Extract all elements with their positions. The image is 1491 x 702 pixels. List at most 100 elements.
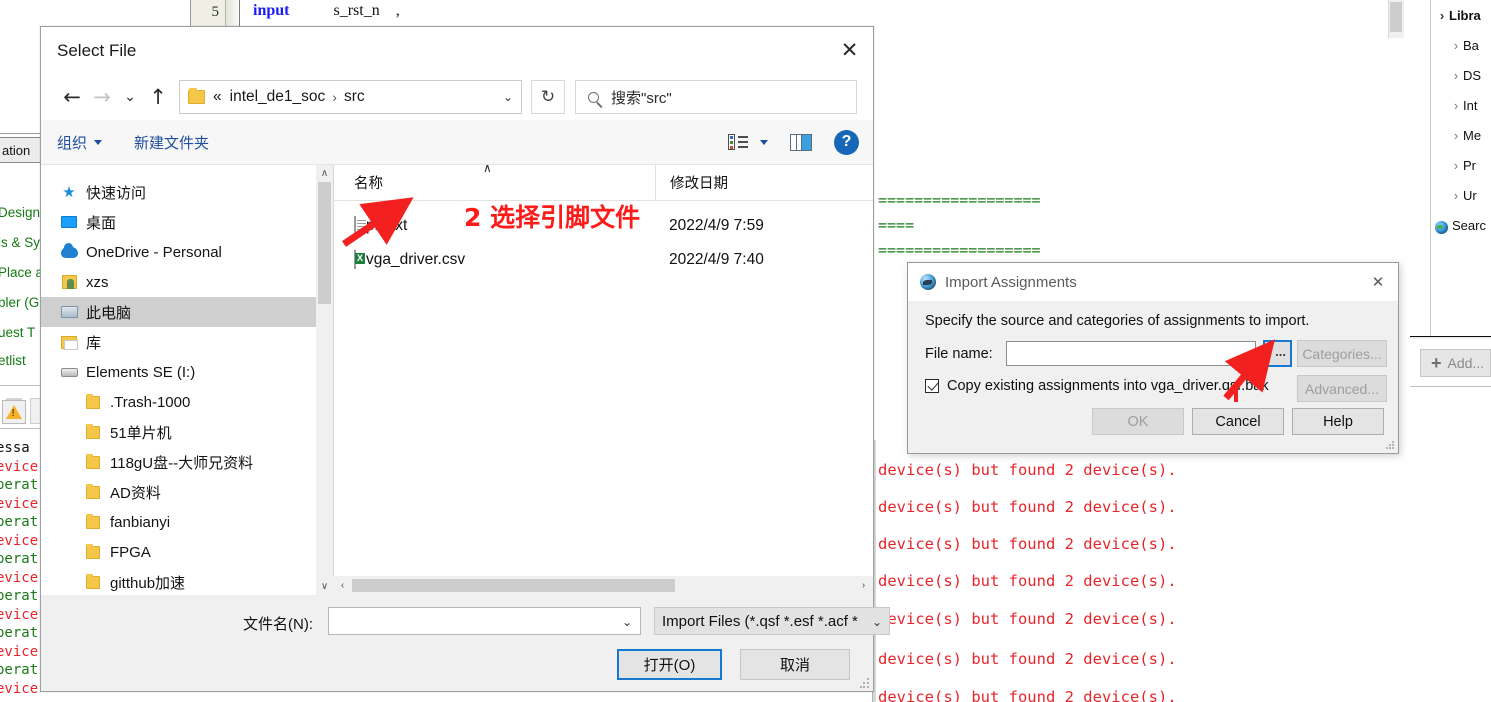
task-row[interactable]: Place a bbox=[0, 265, 42, 280]
up-icon[interactable]: ↑ bbox=[143, 82, 173, 112]
tree-item[interactable]: › DS bbox=[1431, 60, 1491, 90]
breadcrumb-part-1[interactable]: intel_de1_soc bbox=[230, 88, 326, 106]
chevron-down-icon[interactable]: ⌄ bbox=[622, 615, 632, 629]
message-row[interactable]: evice bbox=[0, 496, 38, 512]
scroll-right-icon[interactable]: › bbox=[854, 576, 873, 595]
checkbox-icon[interactable] bbox=[925, 379, 939, 393]
user-folder-icon bbox=[59, 275, 79, 289]
chevron-down-icon[interactable] bbox=[760, 139, 768, 145]
sidebar-scrollbar[interactable]: ∧ ∨ bbox=[316, 165, 333, 595]
sidebar-item-5[interactable]: 库 bbox=[41, 327, 333, 357]
sidebar-item-2[interactable]: OneDrive - Personal bbox=[41, 237, 333, 267]
browse-button[interactable]: ... bbox=[1263, 340, 1292, 367]
editor-scrollbar-thumb[interactable] bbox=[1390, 2, 1402, 32]
sidebar-item-0[interactable]: ★ 快速访问 bbox=[41, 177, 333, 207]
task-row[interactable]: etlist bbox=[0, 353, 26, 368]
tree-item-search[interactable]: Searc bbox=[1431, 210, 1491, 240]
task-row[interactable]: is & Sy bbox=[0, 235, 40, 250]
sidebar-item-7[interactable]: .Trash-1000 bbox=[41, 387, 333, 417]
back-icon[interactable]: ← bbox=[57, 82, 87, 112]
warning-icon-button[interactable] bbox=[2, 400, 26, 424]
message-row[interactable]: essa bbox=[0, 440, 30, 456]
close-icon[interactable]: ✕ bbox=[1358, 263, 1398, 301]
message-row[interactable]: evice bbox=[0, 533, 38, 549]
filetype-select[interactable]: Import Files (*.qsf *.esf *.acf * ⌄ bbox=[654, 607, 890, 635]
tree-root-library[interactable]: › Libra bbox=[1431, 0, 1491, 30]
message-row[interactable]: perat bbox=[0, 588, 38, 604]
recent-locations-icon[interactable]: ⌄ bbox=[117, 82, 143, 112]
file-name-cell[interactable]: vga_driver.csv bbox=[333, 250, 655, 269]
message-row[interactable]: evice bbox=[0, 570, 38, 586]
close-icon[interactable]: ✕ bbox=[826, 27, 873, 73]
copy-existing-assignments-checkbox[interactable]: Copy existing assignments into vga_drive… bbox=[925, 378, 1269, 394]
panel-tab-header[interactable]: ation bbox=[0, 137, 42, 163]
message-row[interactable]: evice bbox=[0, 607, 38, 623]
sidebar-item-3[interactable]: xzs bbox=[41, 267, 333, 297]
sidebar-item-8[interactable]: 51单片机 bbox=[41, 417, 333, 447]
message-row[interactable]: perat bbox=[0, 625, 38, 641]
scrollbar-track[interactable] bbox=[352, 576, 854, 595]
import-filename-input[interactable] bbox=[1006, 341, 1256, 366]
task-row[interactable]: bler (G bbox=[0, 295, 39, 310]
tree-item[interactable]: › Pr bbox=[1431, 150, 1491, 180]
tree-item[interactable]: › Me bbox=[1431, 120, 1491, 150]
file-list-horizontal-scrollbar[interactable]: ‹ › bbox=[333, 576, 873, 595]
sidebar-item-label: 118gU盘--大师兄资料 bbox=[110, 454, 254, 472]
scroll-up-icon[interactable]: ∧ bbox=[316, 165, 333, 182]
sidebar-item-11[interactable]: fanbianyi bbox=[41, 507, 333, 537]
tree-item[interactable]: › Ur bbox=[1431, 180, 1491, 210]
organize-menu[interactable]: 组织 bbox=[57, 132, 103, 153]
message-row[interactable]: evice bbox=[0, 644, 38, 660]
ok-button[interactable]: OK bbox=[1092, 408, 1184, 435]
chevron-down-icon[interactable]: ⌄ bbox=[872, 615, 882, 629]
message-row[interactable]: evice bbox=[0, 681, 38, 697]
search-input[interactable]: 搜索"src" bbox=[575, 80, 857, 114]
sidebar-item-4[interactable]: 此电脑 bbox=[41, 297, 333, 327]
sidebar-item-13[interactable]: gitthub加速 bbox=[41, 567, 333, 595]
scroll-left-icon[interactable]: ‹ bbox=[333, 576, 352, 595]
sidebar-item-10[interactable]: AD资料 bbox=[41, 477, 333, 507]
sidebar-item-1[interactable]: 桌面 bbox=[41, 207, 333, 237]
message-row[interactable]: perat bbox=[0, 514, 38, 530]
cancel-button[interactable]: 取消 bbox=[740, 649, 850, 680]
scrollbar-thumb[interactable] bbox=[352, 579, 675, 592]
view-mode-button[interactable] bbox=[728, 134, 768, 150]
column-header-name[interactable]: 名称 ∧ bbox=[333, 161, 655, 193]
sidebar-item-12[interactable]: FPGA bbox=[41, 537, 333, 567]
sidebar-item-label: .Trash-1000 bbox=[110, 393, 191, 411]
sidebar-item-6[interactable]: Elements SE (I:) bbox=[41, 357, 333, 387]
filename-input[interactable]: ⌄ bbox=[328, 607, 641, 635]
forward-icon[interactable]: → bbox=[87, 82, 117, 112]
message-row[interactable]: perat bbox=[0, 477, 38, 493]
tree-item[interactable]: › Int bbox=[1431, 90, 1491, 120]
breadcrumb-separator-icon[interactable]: › bbox=[332, 89, 337, 105]
preview-pane-icon[interactable] bbox=[790, 133, 812, 151]
add-button[interactable]: + Add... bbox=[1420, 349, 1491, 377]
breadcrumb-part-2[interactable]: src bbox=[344, 88, 365, 106]
categories-button[interactable]: Categories... bbox=[1297, 340, 1387, 367]
task-row[interactable]: uest T bbox=[0, 325, 35, 340]
open-button[interactable]: 打开(O) bbox=[617, 649, 722, 680]
message-row[interactable]: perat bbox=[0, 551, 38, 567]
refresh-icon[interactable]: ↻ bbox=[531, 80, 565, 114]
ip-catalog-tree[interactable]: › Libra › Ba › DS › Int › Me › Pr › Ur Searc bbox=[1430, 0, 1491, 336]
sidebar-item-9[interactable]: 118gU盘--大师兄资料 bbox=[41, 447, 333, 477]
message-row[interactable]: perat bbox=[0, 662, 38, 678]
chevron-down-icon[interactable]: ⌄ bbox=[503, 90, 513, 104]
resize-grip[interactable] bbox=[1386, 441, 1395, 450]
task-row[interactable]: Design bbox=[0, 205, 40, 220]
advanced-button[interactable]: Advanced... bbox=[1297, 375, 1387, 402]
help-button[interactable]: Help bbox=[1292, 408, 1384, 435]
table-row[interactable]: vga_driver.csv 2022/4/9 7:40 bbox=[333, 243, 873, 277]
chevron-right-icon: › bbox=[1453, 187, 1459, 203]
breadcrumb[interactable]: « intel_de1_soc › src ⌄ bbox=[179, 80, 522, 114]
import-cancel-button[interactable]: Cancel bbox=[1192, 408, 1284, 435]
resize-grip[interactable] bbox=[860, 678, 870, 688]
column-header-date[interactable]: 修改日期 bbox=[655, 165, 728, 200]
help-icon[interactable]: ? bbox=[834, 129, 859, 155]
new-folder-button[interactable]: 新建文件夹 bbox=[134, 132, 209, 153]
message-row[interactable]: evice bbox=[0, 459, 38, 475]
tree-item[interactable]: › Ba bbox=[1431, 30, 1491, 60]
scrollbar-thumb[interactable] bbox=[318, 182, 331, 304]
scroll-down-icon[interactable]: ∨ bbox=[316, 578, 333, 595]
